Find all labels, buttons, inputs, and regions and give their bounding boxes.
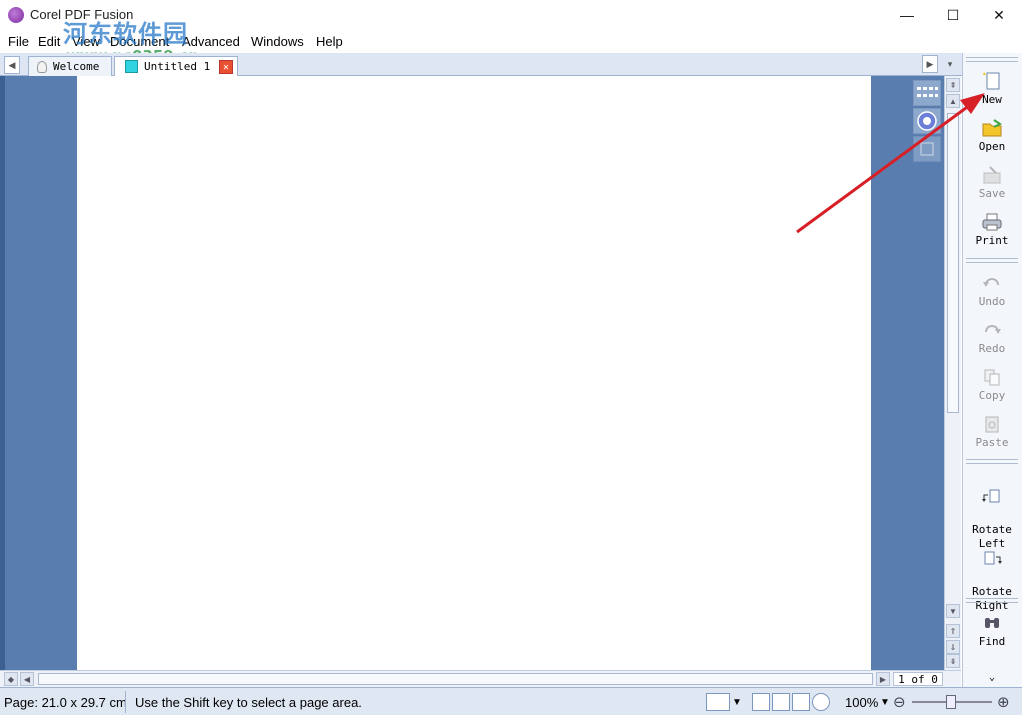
menu-help[interactable]: Help [316, 34, 343, 49]
tab-list-dropdown-button[interactable]: ▾ [942, 55, 958, 73]
toolbar-grip[interactable] [966, 57, 1018, 62]
open-folder-icon [982, 119, 1002, 137]
print-label: Print [975, 234, 1009, 247]
split-view-icon[interactable]: ◆ [4, 672, 18, 686]
vertical-scrollbar[interactable]: ⇞ ▲ ▼ ⇑ ⇓ ⇟ [944, 76, 961, 670]
tab-untitled-1-label: Untitled 1 [144, 60, 211, 73]
document-page[interactable] [77, 76, 871, 670]
copy-label: Copy [978, 389, 1006, 402]
zoom-tool-icon[interactable] [812, 693, 830, 711]
next-page-button[interactable]: ⇓ [946, 640, 960, 654]
fit-page-icon[interactable] [792, 693, 810, 711]
previous-page-button[interactable]: ⇑ [946, 624, 960, 638]
page-view-icon [920, 142, 934, 156]
document-icon [125, 60, 138, 73]
copy-icon [984, 369, 1000, 386]
page-layout-icon[interactable] [706, 693, 730, 711]
close-button[interactable]: ✕ [976, 0, 1022, 30]
scroll-down-button[interactable]: ▼ [946, 604, 960, 618]
open-button[interactable]: Open [965, 118, 1019, 154]
rotate-left-icon [982, 489, 1000, 503]
navigator-button[interactable] [913, 108, 941, 134]
redo-icon [985, 325, 1001, 334]
minimize-button[interactable]: — [884, 0, 930, 30]
page-view-button[interactable] [913, 136, 941, 162]
rotate-right-icon [984, 551, 1002, 565]
vertical-scroll-thumb[interactable] [947, 113, 959, 413]
page-layout-dropdown-icon[interactable]: ▼ [732, 691, 742, 713]
close-tab-icon[interactable]: ✕ [219, 60, 233, 74]
paste-icon [985, 416, 999, 433]
zoom-level[interactable]: 100% [845, 691, 878, 713]
scroll-to-bottom-button[interactable]: ⇟ [946, 654, 960, 668]
tab-untitled-1[interactable]: Untitled 1 ✕ [114, 56, 238, 76]
scroll-right-button[interactable]: ▶ [876, 672, 890, 686]
status-divider [125, 691, 126, 713]
document-tab-bar: ◀ Welcome Untitled 1 ✕ ▶ ▾ [0, 53, 962, 76]
undo-label: Undo [978, 295, 1006, 308]
find-button[interactable]: Find [965, 613, 1019, 649]
new-document-icon [983, 72, 1000, 90]
scroll-to-top-button[interactable]: ⇞ [946, 78, 960, 92]
page-counter: 1 of 0 [893, 672, 943, 686]
grid-icon [917, 87, 938, 97]
thumbnail-grid-button[interactable] [913, 80, 941, 106]
binoculars-icon [985, 618, 999, 628]
menu-windows[interactable]: Windows [251, 34, 304, 49]
new-button[interactable]: New [965, 71, 1019, 107]
maximize-button[interactable]: ☐ [930, 0, 976, 30]
horizontal-scrollbar[interactable]: ◆ ◀ ▶ 1 of 0 [0, 670, 961, 687]
open-label: Open [978, 140, 1006, 153]
toolbar-grip[interactable] [966, 598, 1018, 603]
paste-button[interactable]: Paste [965, 414, 1019, 450]
menu-edit[interactable]: Edit [38, 34, 60, 49]
undo-button[interactable]: Undo [965, 273, 1019, 309]
toolbar-overflow-button[interactable]: ⌄ [965, 671, 1019, 685]
paste-label: Paste [975, 436, 1009, 449]
tab-scroll-left-button[interactable]: ◀ [4, 56, 20, 74]
fit-width-icon[interactable] [772, 693, 790, 711]
new-label: New [982, 93, 1002, 106]
page-size-status: Page: 21.0 x 29.7 cm [4, 694, 127, 710]
scroll-left-button[interactable]: ◀ [20, 672, 34, 686]
view-overlay-buttons [913, 80, 941, 164]
hint-status: Use the Shift key to select a page area. [135, 694, 362, 710]
redo-button[interactable]: Redo [965, 320, 1019, 356]
scroll-up-button[interactable]: ▲ [946, 94, 960, 108]
redo-label: Redo [978, 342, 1006, 355]
menu-file[interactable]: File [8, 34, 29, 49]
watermark-title: 河东软件园 [63, 20, 188, 48]
zoom-in-button[interactable]: ⊕ [997, 691, 1010, 713]
save-label: Save [978, 187, 1006, 200]
horizontal-scroll-thumb[interactable] [38, 673, 873, 685]
zoom-dropdown-icon[interactable]: ▼ [880, 691, 890, 713]
zoom-out-button[interactable]: ⊖ [893, 691, 906, 713]
toolbar-grip[interactable] [966, 459, 1018, 464]
tab-scroll-right-button[interactable]: ▶ [922, 55, 938, 73]
save-icon [983, 166, 1001, 184]
save-button[interactable]: Save [965, 165, 1019, 201]
find-label: Find [978, 635, 1006, 648]
copy-button[interactable]: Copy [965, 367, 1019, 403]
toolbar-grip[interactable] [966, 258, 1018, 263]
tool-sidebar: New Open Save Print Undo Redo Copy Paste… [962, 53, 1022, 687]
navigator-icon [917, 111, 937, 131]
actual-size-icon[interactable] [752, 693, 770, 711]
print-button[interactable]: Print [965, 212, 1019, 248]
app-logo-icon [8, 7, 24, 23]
undo-icon [983, 278, 999, 287]
lightbulb-icon [37, 60, 47, 73]
printer-icon [982, 213, 1002, 231]
tab-welcome-label: Welcome [53, 60, 100, 73]
tab-welcome[interactable]: Welcome [28, 56, 112, 76]
zoom-slider-handle[interactable] [946, 695, 956, 709]
status-bar: Page: 21.0 x 29.7 cm Use the Shift key t… [0, 687, 1022, 715]
workspace-left-edge [0, 76, 5, 670]
